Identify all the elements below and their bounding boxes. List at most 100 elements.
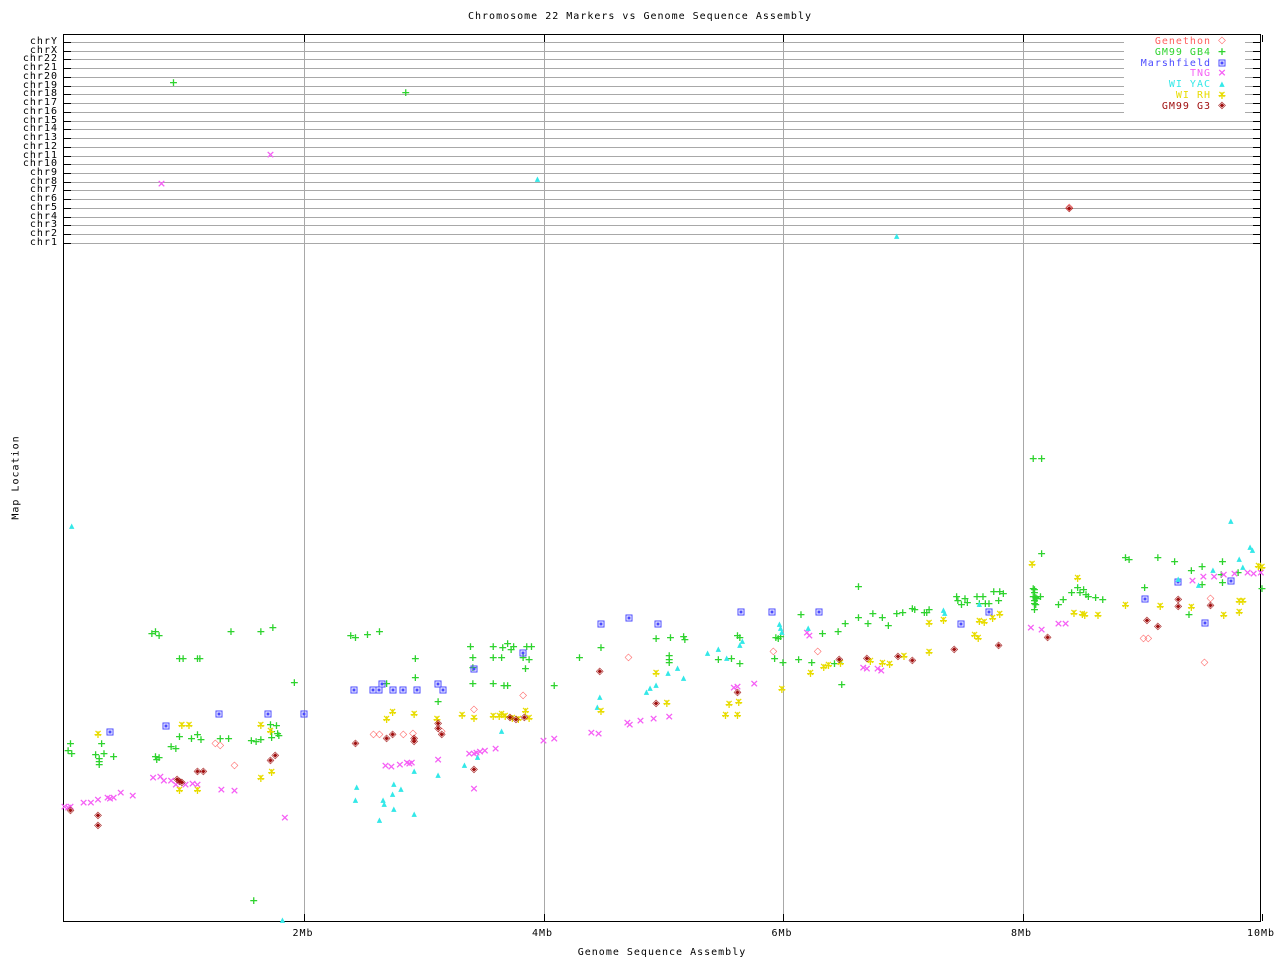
data-point-genethon [1144, 634, 1152, 644]
tick-right-chr2 [1253, 234, 1260, 235]
gridline-chr22 [64, 59, 1260, 60]
tick-bottom-4Mb [544, 914, 545, 921]
data-point-tng [149, 772, 158, 784]
data-point-tng [157, 178, 166, 190]
data-point-wi-yac [1175, 574, 1180, 584]
gridline-chr14 [64, 129, 1260, 130]
data-point-genethon [1201, 658, 1209, 668]
data-point-gm99-gb4 [249, 895, 258, 907]
data-point-gm99-gb4 [503, 680, 512, 692]
tick-left-chr13 [64, 138, 71, 139]
data-point-tng [625, 719, 634, 731]
data-point-gm99-gb4 [1218, 556, 1227, 568]
data-point-wi-rh [652, 669, 661, 678]
data-point-gm99-gb4 [1153, 552, 1162, 564]
tick-right-chr1 [1253, 243, 1260, 244]
data-point-gm99-gb4 [169, 77, 178, 89]
data-point-wi-yac [597, 692, 602, 702]
data-point-wi-rh [1121, 601, 1130, 610]
data-point-wi-rh [596, 707, 605, 716]
data-point-wi-yac [705, 648, 710, 658]
data-point-gm99-g3 [950, 645, 958, 655]
data-point-gm99-g3 [67, 806, 75, 816]
data-point-wi-rh [925, 648, 934, 657]
gridline-chr4 [64, 217, 1260, 218]
data-point-gm99-gb4 [735, 658, 744, 670]
x-axis-label: Genome Sequence Assembly [0, 947, 1280, 958]
tick-top-10Mb [1262, 35, 1263, 42]
gridline-chr16 [64, 112, 1260, 113]
tick-bottom-10Mb [1262, 914, 1263, 921]
data-point-gm99-gb4 [489, 678, 498, 690]
data-point-tng [480, 745, 489, 757]
tick-left-chr10 [64, 164, 71, 165]
data-point-wi-rh [1187, 603, 1196, 612]
data-point-gm99-gb4 [680, 634, 689, 646]
data-point-gm99-gb4 [411, 653, 420, 665]
data-point-wi-yac [1196, 580, 1201, 590]
tick-left-chr17 [64, 103, 71, 104]
data-point-gm99-gb4 [1140, 582, 1149, 594]
data-point-gm99-g3 [596, 667, 604, 677]
data-point-gm99-gb4 [509, 641, 518, 653]
data-point-marshfield [597, 621, 604, 628]
data-point-gm99-gb4 [256, 734, 265, 746]
data-point-gm99-gb4 [666, 632, 675, 644]
tick-left-chr3 [64, 225, 71, 226]
tick-right-chrX [1253, 51, 1260, 52]
gridline-4Mb [544, 35, 545, 921]
tick-right-chr18 [1253, 94, 1260, 95]
data-point-wi-yac [1210, 565, 1215, 575]
data-point-tng [128, 790, 137, 802]
data-point-gm99-gb4 [521, 663, 530, 675]
tick-bottom-6Mb [783, 914, 784, 921]
data-point-wi-yac [377, 815, 382, 825]
data-point-gm99-gb4 [714, 654, 723, 666]
data-point-wi-rh [777, 685, 786, 694]
data-point-tng [266, 149, 275, 161]
tick-top-6Mb [783, 35, 784, 42]
gridline-chr18 [64, 94, 1260, 95]
data-point-wi-yac [977, 599, 982, 609]
tick-bottom-8Mb [1023, 914, 1024, 921]
data-point-wi-rh [1073, 574, 1082, 583]
data-point-wi-yac [805, 623, 810, 633]
data-point-tng [750, 678, 759, 690]
data-point-marshfield [351, 687, 358, 694]
data-point-gm99-gb4 [596, 642, 605, 654]
data-point-tng [1061, 618, 1070, 630]
gridline-chr8 [64, 182, 1260, 183]
data-point-gm99-gb4 [884, 620, 893, 632]
data-point-gm99-gb4 [1170, 556, 1179, 568]
data-point-gm99-g3 [1207, 601, 1215, 611]
data-point-gm99-gb4 [841, 618, 850, 630]
data-point-gm99-gb4 [910, 604, 919, 616]
data-point-gm99-gb4 [224, 733, 233, 745]
data-point-gm99-gb4 [226, 626, 235, 638]
tick-top-4Mb [544, 35, 545, 42]
plot-area [63, 34, 1261, 922]
data-point-tng [1026, 622, 1035, 634]
tick-left-chr2 [64, 234, 71, 235]
gridline-chr7 [64, 190, 1260, 191]
tick-top-2Mb [304, 35, 305, 42]
data-point-marshfield [769, 609, 776, 616]
legend-label-genethon: Genethon [1155, 36, 1211, 47]
data-point-gm99-gb4 [868, 608, 877, 620]
legend-label-yac: WI YAC [1169, 79, 1211, 90]
data-point-gm99-g3 [389, 730, 397, 740]
data-point-wi-rh [193, 786, 202, 795]
data-point-wi-yac [382, 799, 387, 809]
data-point-gm99-gb4 [1098, 594, 1107, 606]
data-point-genethon [231, 761, 239, 771]
data-point-gm99-gb4 [924, 604, 933, 616]
data-point-gm99-g3 [1044, 633, 1052, 643]
data-point-wi-yac [69, 521, 74, 531]
data-point-wi-yac [894, 231, 899, 241]
gridline-chr2 [64, 234, 1260, 235]
data-point-marshfield [958, 621, 965, 628]
data-point-gm99-gb4 [95, 759, 104, 771]
data-point-wi-yac [391, 804, 396, 814]
data-point-wi-yac [353, 795, 358, 805]
data-point-marshfield [625, 615, 632, 622]
